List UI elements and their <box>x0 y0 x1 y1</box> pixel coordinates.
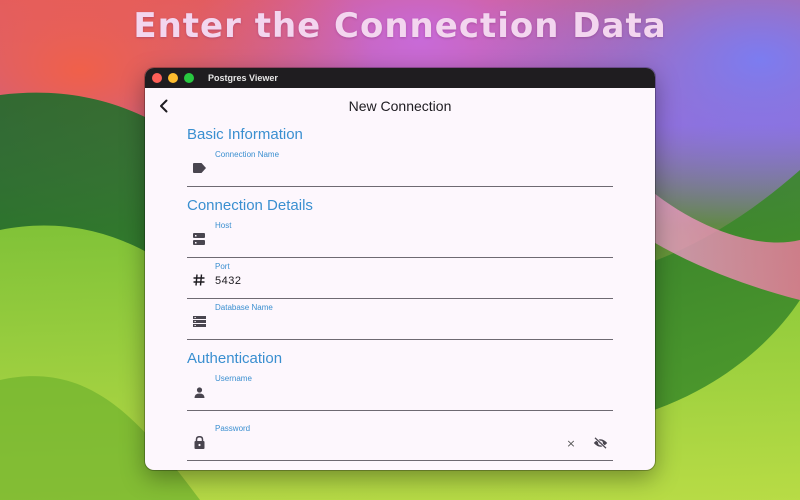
port-input[interactable]: 5432 <box>215 275 241 287</box>
person-icon <box>192 385 206 399</box>
lock-icon <box>192 435 206 449</box>
password-label: Password <box>215 424 251 433</box>
section-title-auth: Authentication <box>187 350 283 367</box>
section-title-details: Connection Details <box>187 197 313 214</box>
app-bar: New Connection <box>145 88 655 124</box>
minimize-window-button[interactable] <box>168 73 178 83</box>
username-field[interactable]: Username <box>187 370 613 411</box>
page-title: New Connection <box>348 98 452 114</box>
close-window-button[interactable] <box>152 73 162 83</box>
port-field[interactable]: Port 5432 <box>187 258 613 299</box>
clear-icon[interactable]: × <box>565 438 577 450</box>
zoom-window-button[interactable] <box>184 73 194 83</box>
section-title-basic: Basic Information <box>187 126 303 143</box>
window-title: Postgres Viewer <box>208 73 278 83</box>
connection-name-field[interactable]: Connection Name <box>187 146 613 187</box>
host-field[interactable]: Host <box>187 217 613 258</box>
database-name-input[interactable] <box>215 313 595 333</box>
hash-icon <box>192 273 206 287</box>
window-titlebar: Postgres Viewer <box>145 68 655 88</box>
host-input[interactable] <box>215 231 595 251</box>
connection-name-label: Connection Name <box>215 150 280 159</box>
database-name-field[interactable]: Database Name <box>187 299 613 340</box>
username-label: Username <box>215 374 252 383</box>
host-label: Host <box>215 221 232 230</box>
connection-form: Basic Information Connection Name Connec… <box>187 124 613 461</box>
chevron-left-icon <box>160 99 168 113</box>
password-input[interactable] <box>215 434 535 454</box>
label-tag-icon <box>192 161 206 175</box>
promo-headline: Enter the Connection Data <box>133 6 667 46</box>
back-button[interactable] <box>154 96 174 116</box>
traffic-lights <box>152 73 194 83</box>
database-name-label: Database Name <box>215 303 273 312</box>
username-input[interactable] <box>215 384 595 404</box>
connection-name-input[interactable] <box>215 160 595 180</box>
visibility-off-icon[interactable] <box>591 434 609 452</box>
app-window: Postgres Viewer New Connection Basic Inf… <box>145 68 655 470</box>
password-field[interactable]: Password × <box>187 420 613 461</box>
server-icon <box>192 232 206 246</box>
port-label: Port <box>215 262 230 271</box>
database-icon <box>192 314 206 328</box>
